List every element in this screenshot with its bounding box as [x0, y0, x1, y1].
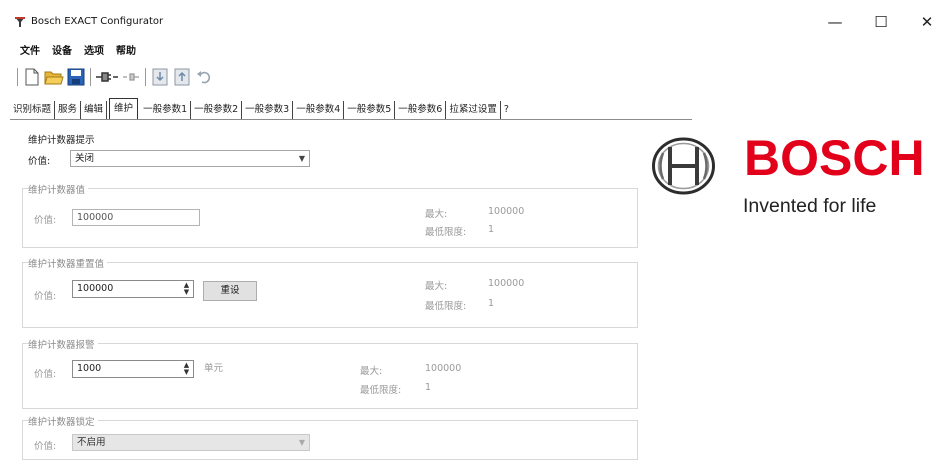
title-bar: Bosch EXACT Configurator — ☐ ✕ — [0, 0, 951, 40]
counter-reset-max: 100000 — [488, 278, 525, 289]
counter-lock-select[interactable]: 不启用 ▼ — [72, 434, 310, 451]
open-folder-icon[interactable] — [43, 66, 65, 88]
section-title-counter-value: 维护计数器值 — [28, 182, 89, 196]
section-title-counter-lock: 维护计数器锁定 — [28, 414, 98, 428]
bosch-armature-logo-icon — [652, 137, 715, 195]
counter-reset-min-label: 最低限度: — [425, 301, 467, 312]
bosch-tagline: Invented for life — [743, 195, 877, 217]
counter-warning-max: 100000 — [425, 363, 462, 374]
toolbar-separator — [90, 68, 91, 86]
counter-reset-max-label: 最大: — [425, 281, 448, 292]
maintenance-panel: 维护计数器提示 价值: 关闭 ▼ 维护计数器值 价值: 100000 最大: 1… — [20, 126, 642, 462]
reset-button[interactable]: 重设 — [203, 281, 257, 301]
counter-value-max-label: 最大: — [425, 209, 448, 220]
display-select[interactable]: 关闭 ▼ — [70, 150, 310, 167]
spinner-arrows-icon[interactable]: ▲ ▼ — [182, 282, 191, 296]
display-select-value: 关闭 — [75, 153, 95, 164]
section-title-display: 维护计数器提示 — [28, 132, 98, 146]
tab-general-params-2[interactable]: 一般参数2 — [191, 101, 243, 119]
counter-lock-label: 价值: — [34, 441, 57, 452]
tab-general-params-4[interactable]: 一般参数4 — [293, 101, 345, 119]
bosch-wordmark: BOSCH — [744, 130, 925, 186]
menu-device[interactable]: 设备 — [52, 42, 72, 58]
tab-tightening-settings[interactable]: 拉紧过设置 — [446, 101, 501, 119]
counter-value-field[interactable]: 100000 — [72, 209, 200, 226]
maximize-button[interactable]: ☐ — [866, 10, 896, 34]
minimize-button[interactable]: — — [820, 10, 850, 34]
spinner-arrows-icon[interactable]: ▲ ▼ — [182, 362, 191, 376]
tab-strip: 识别标题 服务 编辑 维护 一般参数1 一般参数2 一般参数3 一般参数4 一般… — [10, 98, 692, 120]
save-disk-icon[interactable] — [65, 66, 87, 88]
counter-warning-min: 1 — [425, 382, 432, 393]
read-device-icon[interactable] — [149, 66, 171, 88]
counter-value-min: 1 — [488, 224, 495, 235]
tab-general-params-1[interactable]: 一般参数1 — [140, 101, 192, 119]
tab-help[interactable]: ? — [501, 101, 512, 119]
menu-help[interactable]: 帮助 — [116, 42, 136, 58]
disconnect-icon[interactable] — [120, 66, 142, 88]
connect-plug-icon[interactable] — [94, 66, 120, 88]
toolbar-separator — [145, 68, 146, 86]
counter-warning-unit: 单元 — [204, 363, 224, 374]
tab-maintenance[interactable]: 维护 — [109, 98, 139, 119]
counter-warning-spinner[interactable]: 1000 ▲ ▼ — [72, 360, 194, 378]
section-title-counter-warning: 维护计数器报警 — [28, 337, 98, 351]
menu-bar: 文件 设备 选项 帮助 — [20, 42, 136, 58]
toolbar-grip — [17, 68, 18, 86]
chevron-down-icon: ▼ — [298, 154, 305, 163]
counter-reset-spinner[interactable]: 100000 ▲ ▼ — [72, 280, 194, 298]
app-window: Bosch EXACT Configurator — ☐ ✕ 文件 设备 选项 … — [0, 0, 951, 465]
counter-reset-value: 100000 — [77, 283, 114, 294]
display-value-label: 价值: — [28, 156, 51, 167]
counter-value-label: 价值: — [34, 215, 57, 226]
menu-options[interactable]: 选项 — [84, 42, 104, 58]
toolbar — [14, 64, 215, 90]
tab-edit[interactable]: 编辑 — [81, 101, 108, 119]
section-title-counter-reset: 维护计数器重置值 — [28, 256, 108, 270]
tab-identification[interactable]: 识别标题 — [10, 101, 56, 119]
chevron-down-icon: ▼ — [298, 438, 305, 447]
counter-lock-value: 不启用 — [77, 437, 106, 448]
counter-reset-label: 价值: — [34, 291, 57, 302]
counter-warning-value: 1000 — [77, 363, 102, 374]
counter-value-min-label: 最低限度: — [425, 227, 467, 238]
menu-file[interactable]: 文件 — [20, 42, 40, 58]
app-funnel-icon — [15, 17, 25, 27]
close-button[interactable]: ✕ — [912, 10, 942, 34]
window-title: Bosch EXACT Configurator — [31, 16, 164, 27]
counter-value-max: 100000 — [488, 206, 525, 217]
undo-icon[interactable] — [193, 66, 215, 88]
write-device-icon[interactable] — [171, 66, 193, 88]
tab-service[interactable]: 服务 — [55, 101, 82, 119]
counter-warning-min-label: 最低限度: — [360, 385, 402, 396]
tab-general-params-3[interactable]: 一般参数3 — [242, 101, 294, 119]
tab-general-params-6[interactable]: 一般参数6 — [395, 101, 447, 119]
tab-general-params-5[interactable]: 一般参数5 — [344, 101, 396, 119]
counter-warning-max-label: 最大: — [360, 366, 383, 377]
counter-reset-min: 1 — [488, 298, 495, 309]
counter-warning-label: 价值: — [34, 369, 57, 380]
new-file-icon[interactable] — [21, 66, 43, 88]
